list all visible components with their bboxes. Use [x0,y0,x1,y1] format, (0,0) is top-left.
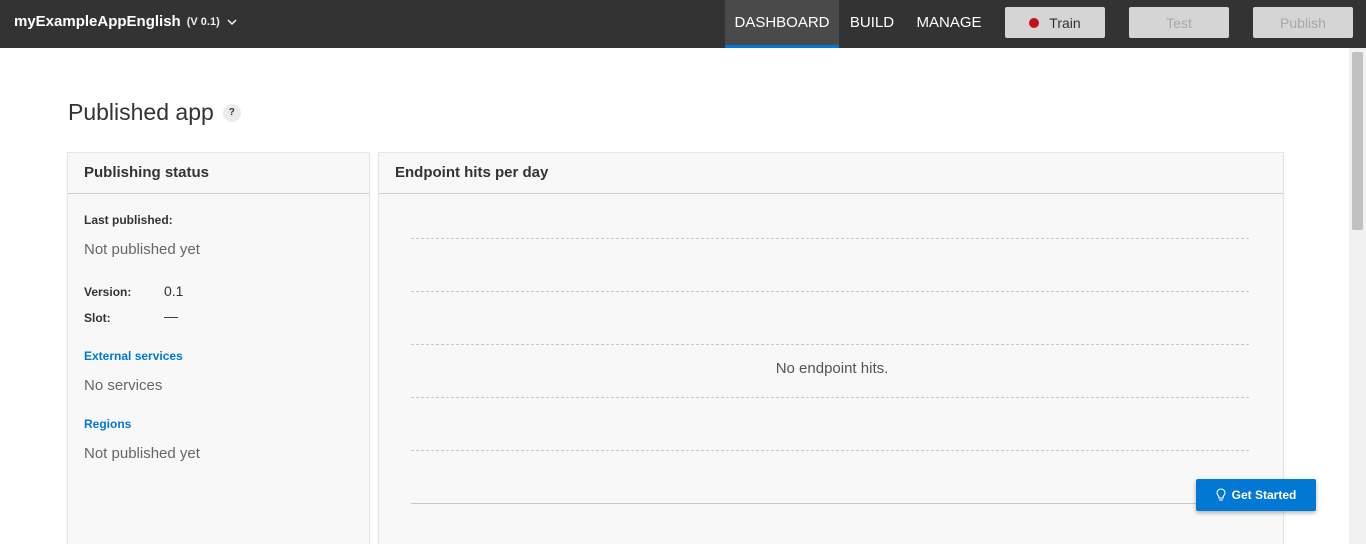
version-value: 0.1 [164,283,184,299]
app-version: (V 0.1) [186,15,220,28]
scrollbar-thumb[interactable] [1352,52,1363,230]
page-scrollbar[interactable] [1349,48,1366,544]
publishing-status-title: Publishing status [68,153,369,194]
no-hits-message: No endpoint hits. [775,360,889,377]
lightbulb-icon [1216,488,1226,501]
chart-gridline [411,450,1249,451]
get-started-label: Get Started [1231,488,1297,502]
version-label: Version: [84,285,132,299]
chart-x-axis [411,503,1249,504]
tab-build[interactable]: BUILD [848,0,896,48]
chart-gridline [411,291,1249,292]
external-services-link[interactable]: External services [84,349,183,363]
top-bar: myExampleAppEnglish (V 0.1) DASHBOARD BU… [0,0,1366,48]
endpoint-hits-panel: Endpoint hits per day No endpoint hits. [378,152,1284,544]
page-title: Published app ? [68,99,241,126]
slot-label: Slot: [84,311,111,325]
app-name: myExampleAppEnglish [14,13,181,30]
help-icon[interactable]: ? [222,103,241,122]
page-title-text: Published app [68,99,214,125]
train-button-label: Train [1049,14,1081,31]
publish-button[interactable]: Publish [1253,7,1353,38]
chart-gridline [411,344,1249,345]
publishing-status-panel: Publishing status Last published: Not pu… [67,152,370,544]
regions-value: Not published yet [84,445,200,462]
regions-link[interactable]: Regions [84,417,131,431]
train-status-icon [1029,17,1040,28]
last-published-value: Not published yet [84,241,200,258]
get-started-button[interactable]: Get Started [1196,479,1316,511]
test-button[interactable]: Test [1129,7,1229,38]
endpoint-hits-title: Endpoint hits per day [379,153,1283,194]
slot-value: — [164,308,178,324]
external-services-value: No services [84,377,163,394]
train-button[interactable]: Train [1005,7,1105,38]
app-selector[interactable]: myExampleAppEnglish (V 0.1) [14,13,238,30]
chevron-down-icon [227,19,237,25]
chart-gridline [411,238,1249,239]
chart-gridline [411,397,1249,398]
tab-dashboard[interactable]: DASHBOARD [725,0,839,48]
last-published-label: Last published: [84,213,173,227]
tab-manage[interactable]: MANAGE [914,0,984,48]
